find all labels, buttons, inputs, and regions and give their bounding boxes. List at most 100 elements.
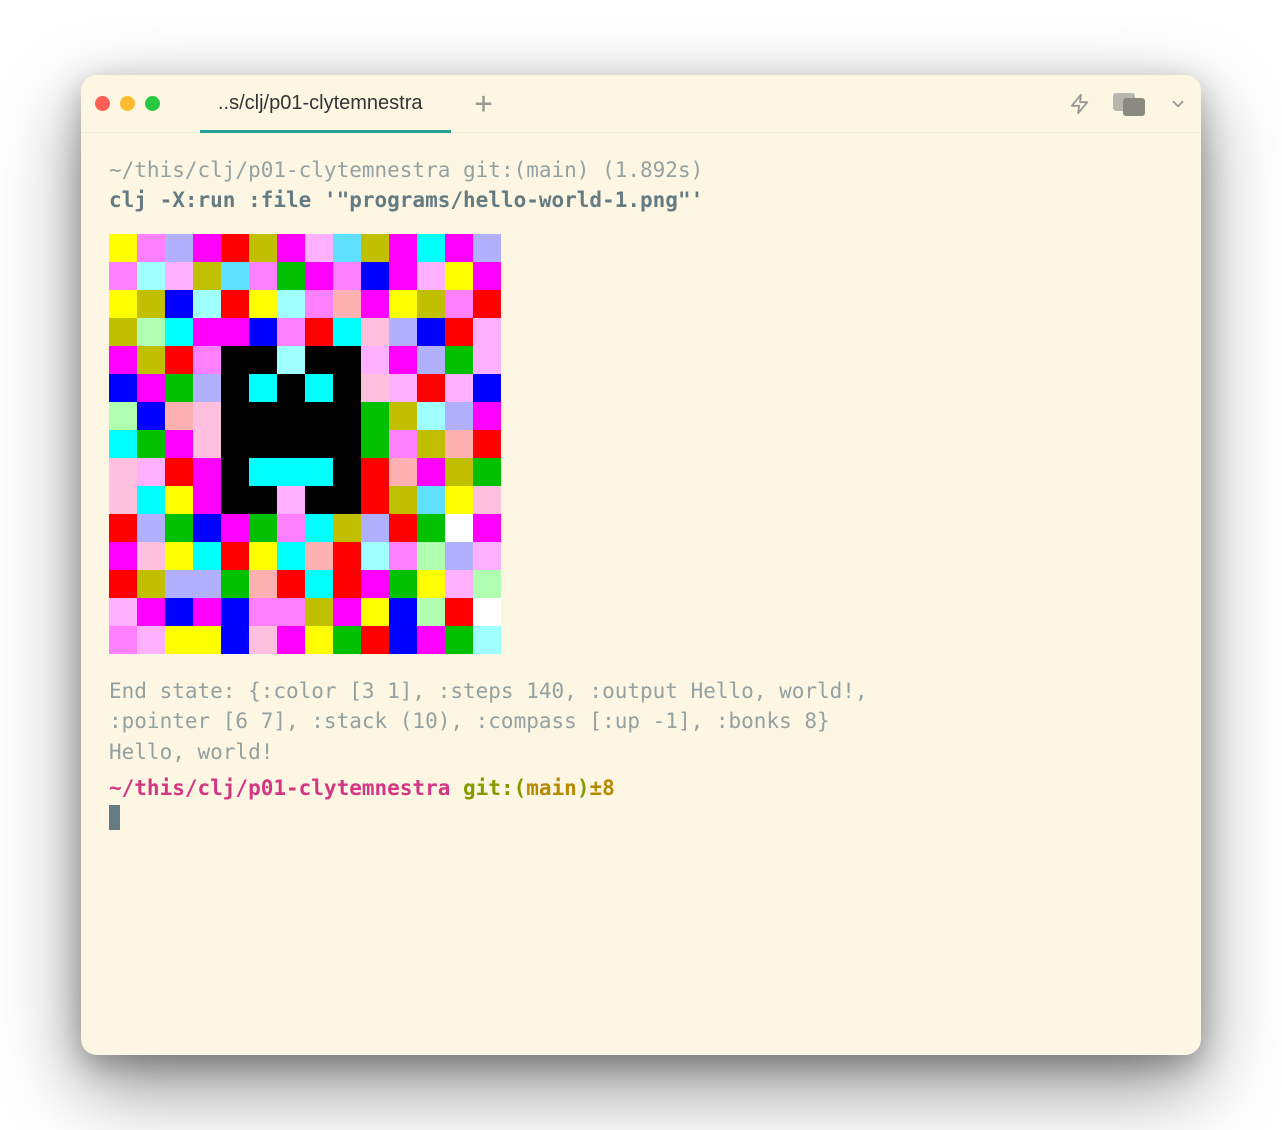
pixel xyxy=(109,318,137,346)
pixel xyxy=(473,234,501,262)
pixel xyxy=(109,430,137,458)
pixel xyxy=(333,374,361,402)
pixel xyxy=(193,626,221,654)
pixel xyxy=(165,318,193,346)
pixel xyxy=(473,570,501,598)
pixel xyxy=(417,486,445,514)
pixel xyxy=(361,486,389,514)
panels-icon[interactable] xyxy=(1113,93,1147,115)
pixel xyxy=(221,458,249,486)
prompt2-path: ~/this/clj/p01-clytemnestra xyxy=(109,776,450,800)
pixel xyxy=(361,234,389,262)
pixel xyxy=(137,318,165,346)
pixel xyxy=(333,570,361,598)
pixel xyxy=(277,570,305,598)
pixel xyxy=(137,486,165,514)
image-output xyxy=(109,234,1173,654)
new-tab-button[interactable]: + xyxy=(469,89,499,119)
cursor-icon xyxy=(109,805,120,830)
pixel xyxy=(249,374,277,402)
pixel xyxy=(221,374,249,402)
pixel xyxy=(137,346,165,374)
pixel xyxy=(137,598,165,626)
pixel xyxy=(473,430,501,458)
pixel xyxy=(305,486,333,514)
pixel xyxy=(193,514,221,542)
prompt2-git-a: git:( xyxy=(450,776,526,800)
pixel xyxy=(389,430,417,458)
pixel xyxy=(417,262,445,290)
pixel xyxy=(165,374,193,402)
pixel xyxy=(361,402,389,430)
prompt1-time: (1.892s) xyxy=(589,158,703,182)
pixel xyxy=(361,430,389,458)
pixel xyxy=(473,262,501,290)
pixel xyxy=(445,514,473,542)
pixel xyxy=(361,514,389,542)
pixel xyxy=(333,598,361,626)
pixel xyxy=(445,290,473,318)
pixel xyxy=(417,598,445,626)
pixel xyxy=(193,430,221,458)
pixel xyxy=(221,234,249,262)
bolt-icon[interactable] xyxy=(1069,91,1091,117)
pixel xyxy=(389,626,417,654)
pixel xyxy=(305,626,333,654)
pixel xyxy=(193,374,221,402)
pixel xyxy=(333,262,361,290)
pixel xyxy=(445,570,473,598)
pixel xyxy=(109,486,137,514)
tab-current[interactable]: ..s/clj/p01-clytemnestra xyxy=(200,75,451,133)
pixel xyxy=(249,598,277,626)
close-icon[interactable] xyxy=(95,96,110,111)
pixel xyxy=(109,514,137,542)
pixel xyxy=(277,598,305,626)
command-line: clj -X:run :file '"programs/hello-world-… xyxy=(109,185,1173,215)
pixel xyxy=(193,346,221,374)
pixel xyxy=(249,626,277,654)
pixel xyxy=(445,486,473,514)
pixel xyxy=(109,262,137,290)
pixel xyxy=(137,458,165,486)
pixel xyxy=(417,318,445,346)
pixel xyxy=(249,542,277,570)
pixel xyxy=(417,346,445,374)
zoom-icon[interactable] xyxy=(145,96,160,111)
pixel xyxy=(109,402,137,430)
pixel xyxy=(417,290,445,318)
pixel xyxy=(473,318,501,346)
output-line-3: Hello, world! xyxy=(109,737,1173,767)
minimize-icon[interactable] xyxy=(120,96,135,111)
pixel xyxy=(165,570,193,598)
pixel xyxy=(221,262,249,290)
pixel xyxy=(389,318,417,346)
pixel xyxy=(193,318,221,346)
pixel xyxy=(473,458,501,486)
pixel xyxy=(389,570,417,598)
pixel xyxy=(277,290,305,318)
pixel xyxy=(445,402,473,430)
chevron-down-icon[interactable] xyxy=(1169,95,1187,113)
pixel xyxy=(165,262,193,290)
pixel xyxy=(109,626,137,654)
pixel xyxy=(417,374,445,402)
pixel xyxy=(305,374,333,402)
pixel xyxy=(221,318,249,346)
pixel xyxy=(361,458,389,486)
pixel xyxy=(445,598,473,626)
pixel xyxy=(109,542,137,570)
output-line-1: End state: {:color [3 1], :steps 140, :o… xyxy=(109,676,1173,706)
pixel xyxy=(333,486,361,514)
pixel xyxy=(221,402,249,430)
pixel xyxy=(137,570,165,598)
pixel xyxy=(305,430,333,458)
pixel xyxy=(193,598,221,626)
pixel xyxy=(445,374,473,402)
pixel xyxy=(361,374,389,402)
pixel xyxy=(221,290,249,318)
pixel xyxy=(165,290,193,318)
terminal-body[interactable]: ~/this/clj/p01-clytemnestra git:(main) (… xyxy=(81,133,1201,1055)
pixel xyxy=(165,458,193,486)
pixel xyxy=(249,290,277,318)
pixel xyxy=(361,318,389,346)
